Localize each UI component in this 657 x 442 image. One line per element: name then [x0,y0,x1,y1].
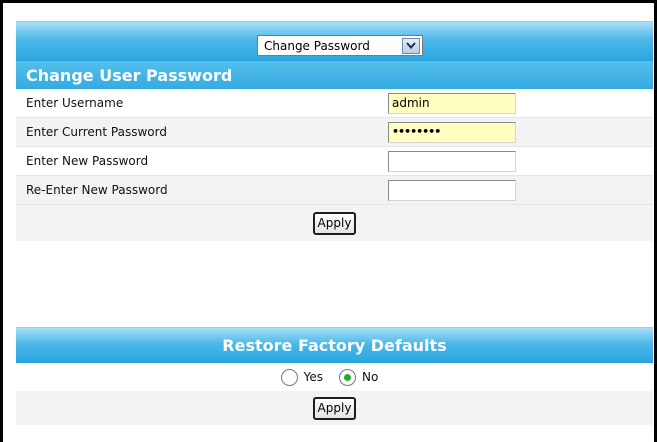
new-password-label: Enter New Password [26,154,149,168]
password-apply-row: Apply [16,205,653,241]
username-row: Enter Username admin [16,89,653,118]
change-password-panel: Change Password Change User Password Ent… [16,21,653,241]
section-title: Change User Password [16,61,653,89]
restore-apply-button[interactable]: Apply [312,396,357,420]
new-password-row: Enter New Password [16,147,653,176]
chevron-down-glyph [406,42,416,49]
page-select[interactable]: Change Password [257,35,423,56]
chevron-down-icon[interactable] [402,37,420,54]
page-select-value: Change Password [264,38,370,53]
restore-apply-row: Apply [16,391,653,425]
new-password-input[interactable] [388,151,516,172]
reenter-password-label: Re-Enter New Password [26,183,168,197]
reenter-password-input[interactable] [388,180,516,201]
page-selector-bar: Change Password [16,21,653,61]
restore-no-radio[interactable] [339,368,357,386]
restore-options-row: Yes No [16,363,653,391]
restore-yes-radio[interactable] [280,368,298,386]
current-password-row: Enter Current Password •••••••• [16,118,653,147]
current-password-label: Enter Current Password [26,125,167,139]
restore-yes-label: Yes [303,370,324,384]
username-label: Enter Username [26,96,124,110]
restore-no-label: No [362,370,379,384]
radio-selected-dot [344,373,352,381]
restore-defaults-panel: Restore Factory Defaults Yes No Apply [16,327,653,425]
current-password-input[interactable]: •••••••• [388,122,516,143]
reenter-password-row: Re-Enter New Password [16,176,653,205]
restore-title: Restore Factory Defaults [16,327,653,363]
username-input[interactable]: admin [388,93,516,114]
password-apply-button[interactable]: Apply [312,211,357,235]
